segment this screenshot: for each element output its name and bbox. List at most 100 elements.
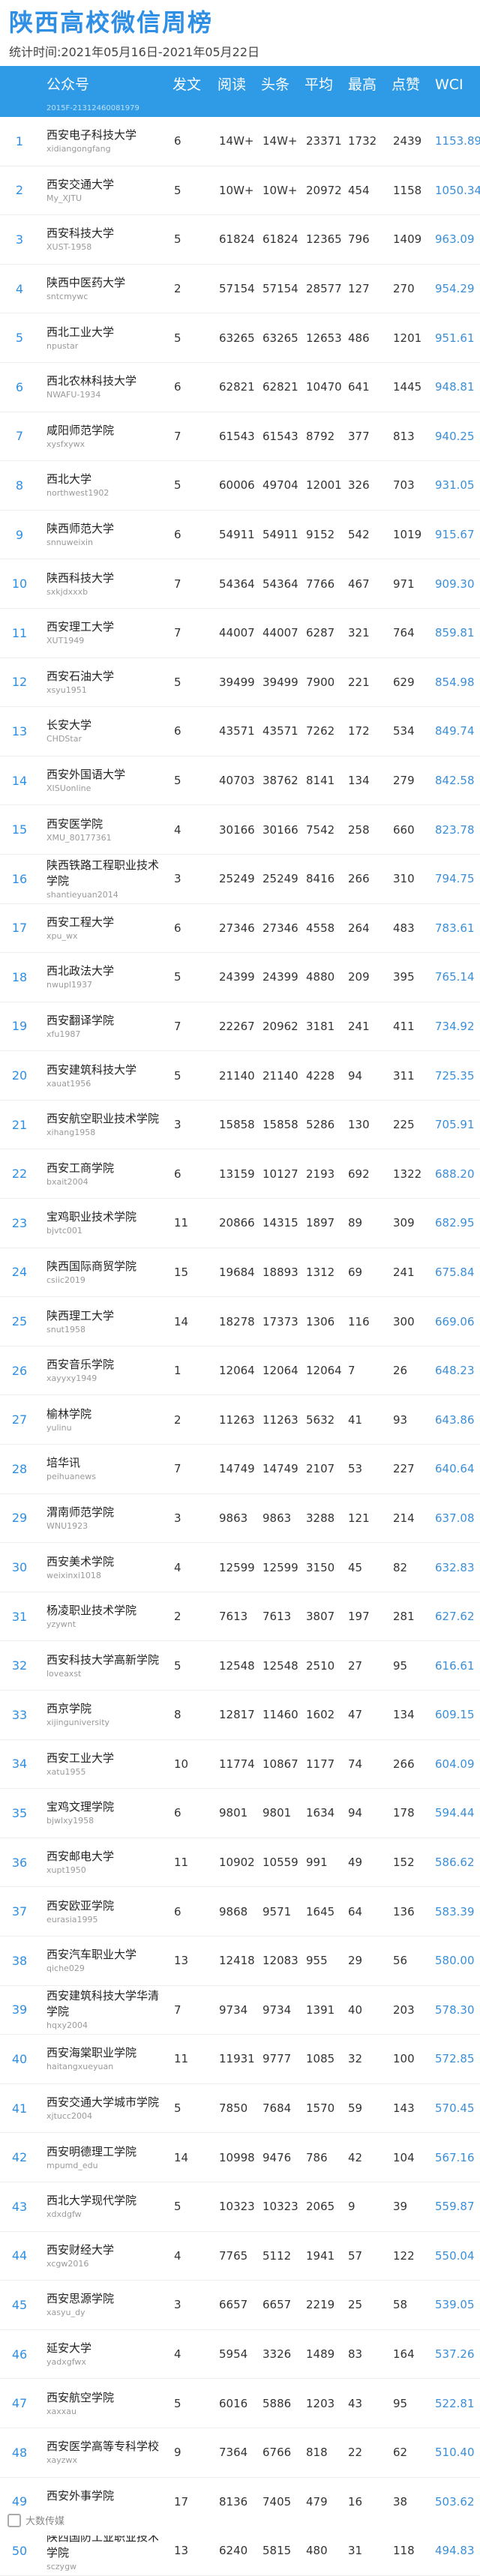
account-name: 西安翻译学院	[46, 1013, 115, 1027]
account-name: 西安航空学院	[46, 2390, 115, 2404]
likes-cell: 178	[393, 1806, 415, 1820]
table-row: 27 2 11263 11263 5632 41 93 643.86 榆林学院 yulinu	[0, 1395, 480, 1445]
likes-cell: 279	[393, 774, 415, 788]
table-row: 26 1 12064 12064 12064 7 26 648.23 西安音乐学院 xayyxy1…	[0, 1346, 480, 1396]
table-row: 22 6 13159 10127 2193 692 1322 688.20 西安工商学院 bxai…	[0, 1149, 480, 1200]
wci-cell: 765.14	[435, 970, 475, 984]
max-cell: 29	[348, 1954, 363, 1968]
likes-cell: 95	[393, 2396, 408, 2410]
table-row: 4 2 57154 57154 28577 127 270 954.29 陕西中医药大学 sntc…	[0, 265, 480, 314]
max-cell: 1732	[348, 134, 377, 148]
table-row: 11 7 44007 44007 6287 321 764 859.81 西安理工大学 XUT19…	[0, 609, 480, 658]
avg-cell: 1634	[306, 1806, 335, 1820]
likes-cell: 1019	[393, 528, 422, 542]
reads-cell: 40703	[219, 774, 255, 788]
avg-cell: 1645	[306, 1904, 335, 1919]
likes-cell: 241	[393, 1265, 415, 1279]
reads-cell: 7765	[219, 2248, 248, 2263]
avg-cell: 1941	[306, 2248, 335, 2263]
avg-cell: 4228	[306, 1068, 335, 1083]
reads-cell: 12548	[219, 1658, 255, 1673]
account-cell: 宝鸡职业技术学院 bjvtc001	[46, 1199, 159, 1248]
account-cell: 西安交通大学 My_XJTU	[46, 166, 159, 215]
account-name: 西安汽车职业大学	[46, 1948, 137, 1962]
posts-cell: 11	[174, 1856, 189, 1870]
account-name: 咸阳师范学院	[46, 423, 115, 437]
account-name: 西安工业大学	[46, 1751, 115, 1765]
posts-cell: 3	[174, 2298, 182, 2312]
avg-cell: 8141	[306, 774, 335, 788]
likes-cell: 82	[393, 1560, 408, 1574]
max-cell: 796	[348, 232, 370, 247]
head-cell: 14749	[262, 1462, 298, 1476]
likes-cell: 93	[393, 1412, 408, 1427]
rank-cell: 41	[11, 2101, 28, 2116]
head-cell: 7684	[262, 2101, 292, 2116]
account-name: 西安思源学院	[46, 2292, 115, 2306]
wci-cell: 510.40	[435, 2446, 475, 2460]
max-cell: 264	[348, 921, 370, 935]
avg-cell: 991	[306, 1856, 328, 1870]
table-row: 40 11 11931 9777 1085 32 100 572.85 西安海棠职业学院 hait…	[0, 2035, 480, 2084]
rank-cell: 31	[11, 1609, 28, 1624]
account-cell: 西安工程大学 xpu_wx	[46, 904, 159, 953]
col-account: 公众号	[46, 76, 90, 93]
avg-cell: 5286	[306, 1118, 335, 1132]
avg-cell: 1897	[306, 1216, 335, 1230]
posts-cell: 5	[174, 1658, 182, 1673]
posts-cell: 2	[174, 1412, 182, 1427]
account-cell: 西京学院 xijinguniversity	[46, 1691, 159, 1739]
likes-cell: 395	[393, 970, 415, 984]
brand-logo: 大数传媒	[8, 2513, 64, 2527]
wci-cell: 859.81	[435, 626, 475, 640]
account-id: xauat1956	[46, 1078, 92, 1089]
rank-cell: 43	[11, 2199, 28, 2214]
table-row: 38 13 12418 12083 955 29 56 580.00 西安汽车职业大学 qiche…	[0, 1936, 480, 1986]
max-cell: 454	[348, 183, 370, 197]
reads-cell: 54911	[219, 528, 255, 542]
posts-cell: 3	[174, 1511, 182, 1525]
account-cell: 榆林学院 yulinu	[46, 1395, 159, 1444]
table-row: 6 6 62821 62821 10470 641 1445 948.81 西北农林科技大学 NW…	[0, 363, 480, 412]
col-likes: 点赞	[392, 76, 421, 93]
account-id: XMU_80177361	[46, 832, 112, 843]
account-id: csiic2019	[46, 1275, 86, 1285]
account-id: yulinu	[46, 1422, 72, 1433]
likes-cell: 58	[393, 2298, 408, 2312]
head-cell: 10127	[262, 1167, 298, 1181]
reads-cell: 10W+	[219, 183, 254, 197]
reads-cell: 12817	[219, 1708, 255, 1722]
wci-cell: 688.20	[435, 1167, 475, 1181]
posts-cell: 7	[174, 577, 182, 591]
rank-cell: 21	[11, 1117, 28, 1132]
avg-cell: 2219	[306, 2298, 335, 2312]
page-title: 陕西高校微信周榜	[9, 8, 214, 37]
wci-cell: 1050.34	[435, 183, 480, 197]
max-cell: 641	[348, 380, 370, 394]
max-cell: 326	[348, 478, 370, 493]
account-id: yadxgfwx	[46, 2357, 86, 2368]
max-cell: 74	[348, 1757, 363, 1771]
wci-cell: 539.05	[435, 2298, 475, 2312]
rank-cell: 1	[15, 133, 24, 148]
posts-cell: 6	[174, 724, 182, 738]
head-cell: 14W+	[262, 134, 298, 148]
max-cell: 7	[348, 1364, 356, 1378]
likes-cell: 152	[393, 1856, 415, 1870]
rank-cell: 14	[11, 773, 28, 788]
table-row: 23 11 20866 14315 1897 89 309 682.95 宝鸡职业技术学院 bjv…	[0, 1199, 480, 1248]
max-cell: 41	[348, 1412, 363, 1427]
table-row: 29 3 9863 9863 3288 121 214 637.08 渭南师范学院 WNU1923	[0, 1494, 480, 1544]
wci-cell: 559.87	[435, 2200, 475, 2214]
account-name: 西安电子科技大学	[46, 128, 137, 142]
likes-cell: 95	[393, 1658, 408, 1673]
head-cell: 9863	[262, 1511, 292, 1525]
head-cell: 54911	[262, 528, 298, 542]
posts-cell: 8	[174, 1708, 182, 1722]
account-id: XUT1949	[46, 636, 85, 646]
account-cell: 西安外国语大学 XISUonline	[46, 756, 159, 805]
avg-cell: 4880	[306, 970, 335, 984]
reads-cell: 11931	[219, 2052, 255, 2066]
account-id: xdxdgfw	[46, 2209, 82, 2220]
reads-cell: 12064	[219, 1364, 255, 1378]
